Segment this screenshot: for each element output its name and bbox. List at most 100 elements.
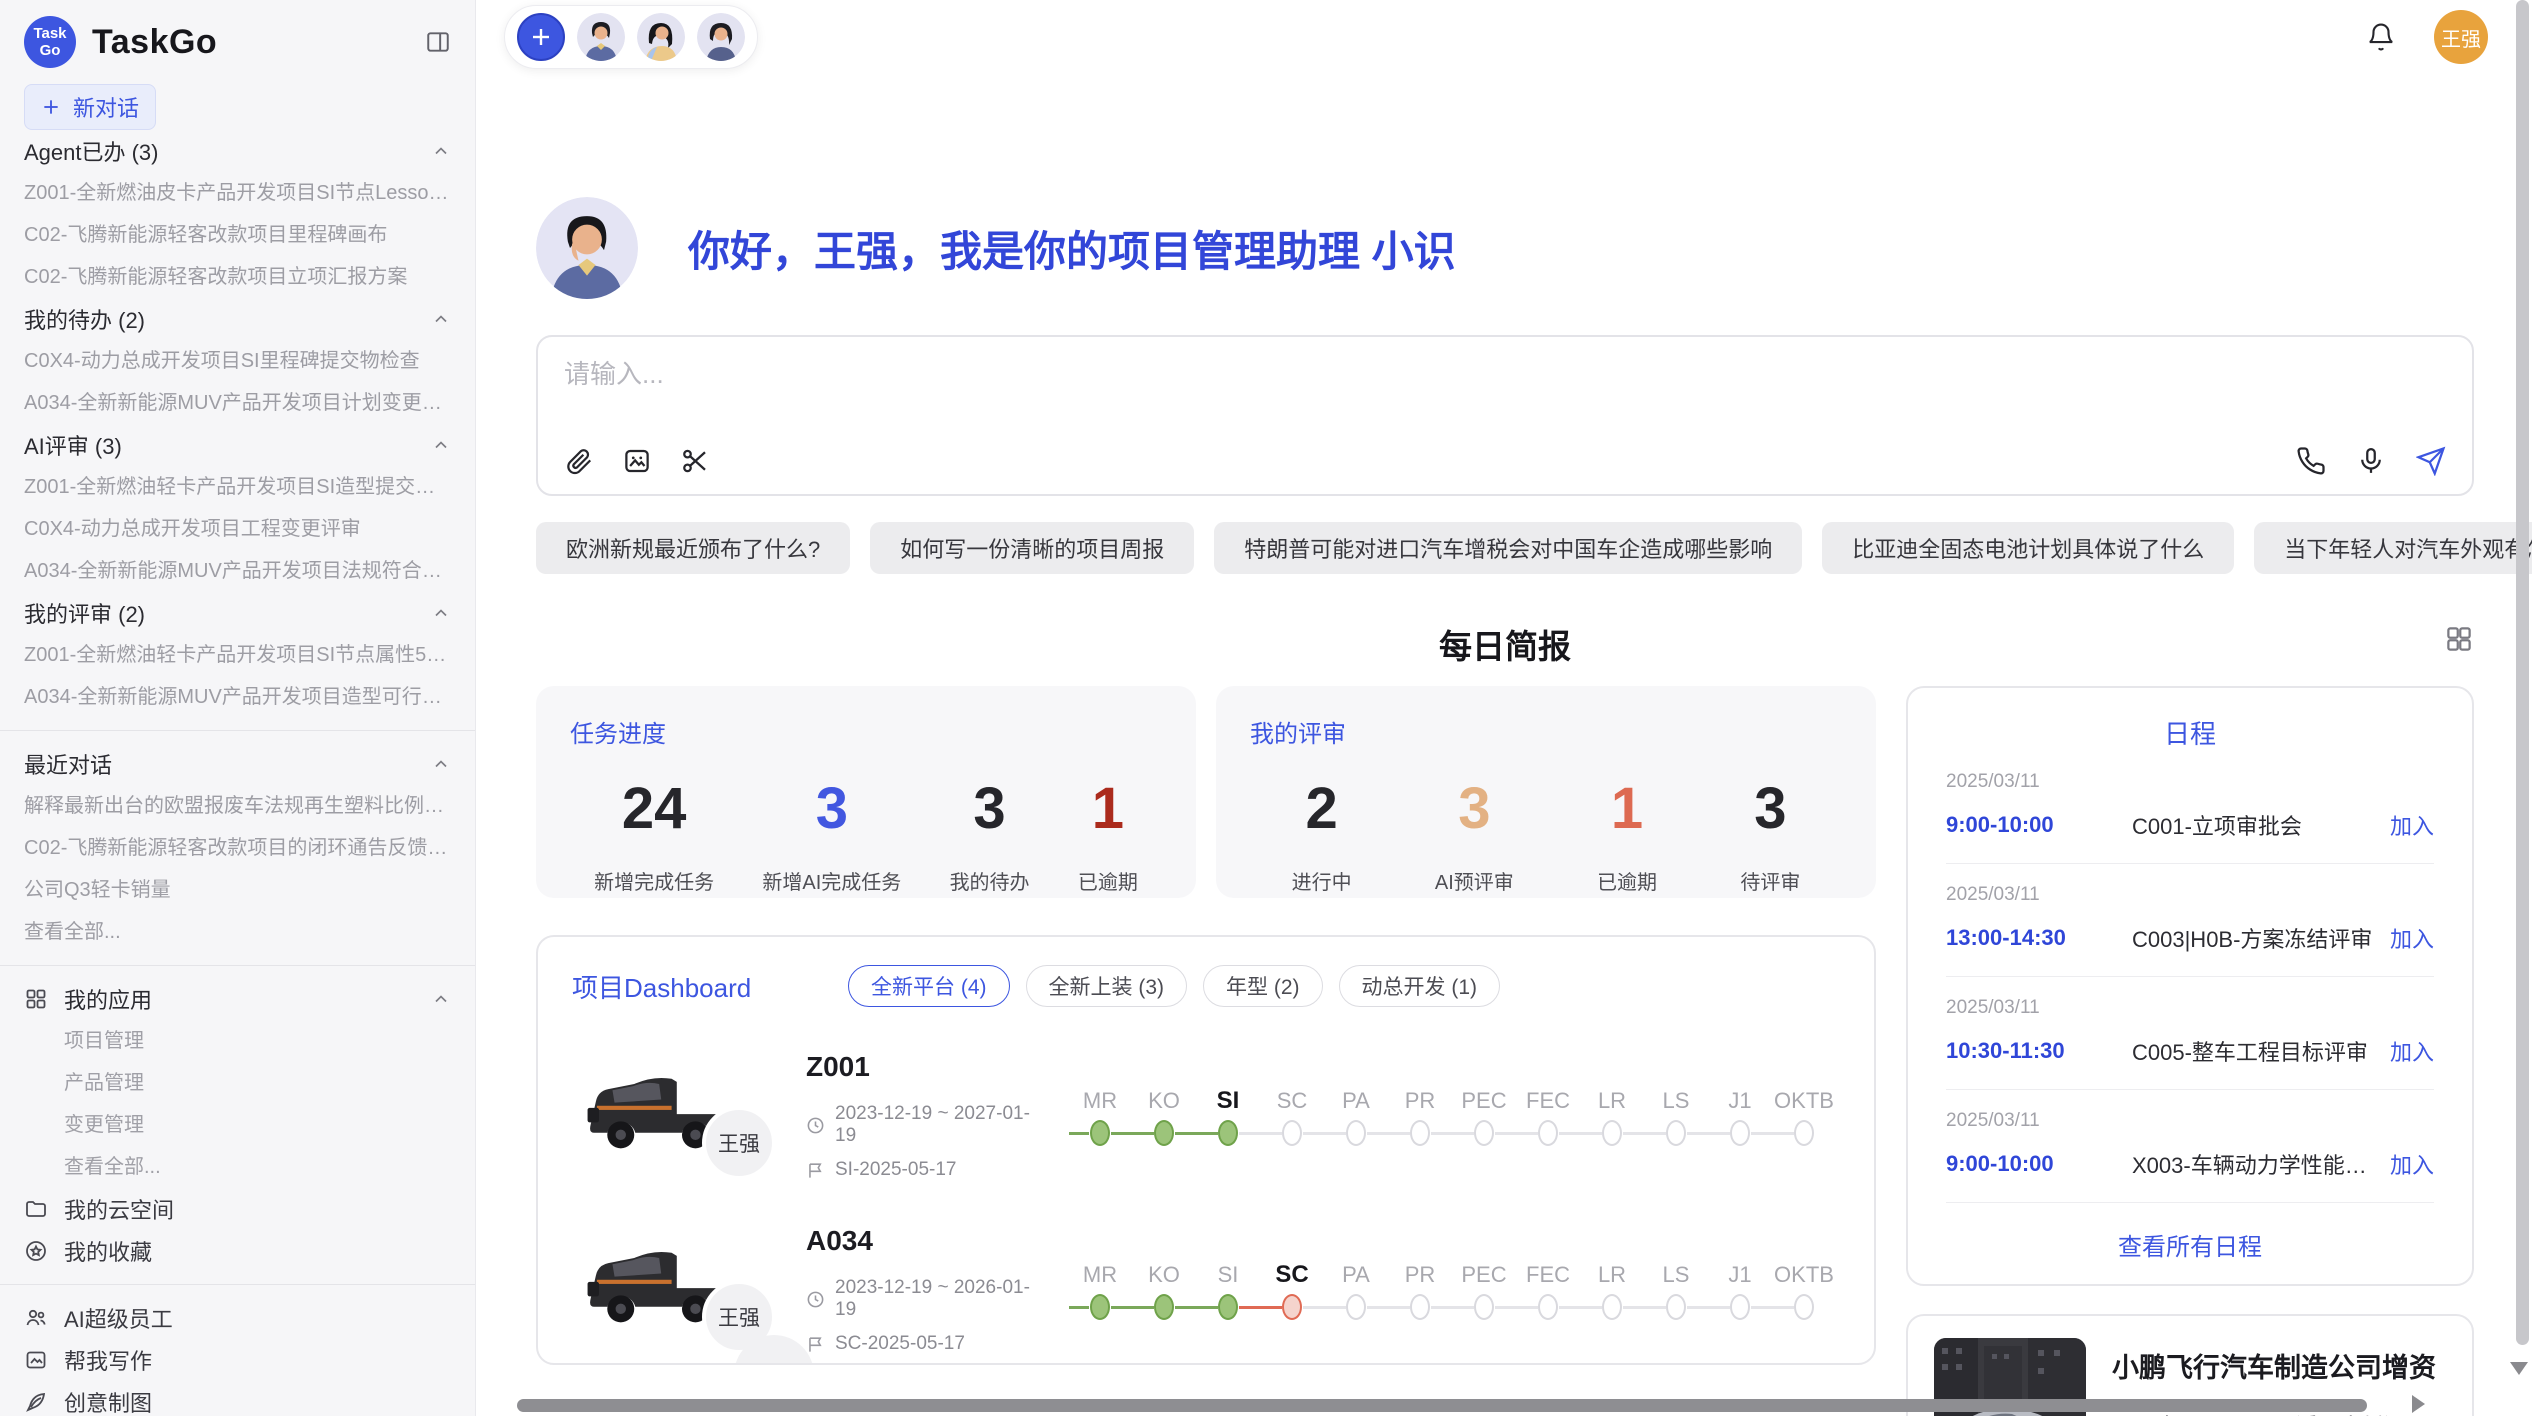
chevron-up-icon[interactable] <box>431 603 451 623</box>
briefing-header: 每日简报 <box>536 620 2474 660</box>
section-header-agent-done[interactable]: Agent已办 (3) <box>24 130 451 172</box>
milestone-J1: J1 <box>1708 1084 1772 1148</box>
stat-overdue: 1 已逾期 <box>1078 775 1138 895</box>
image-upload-icon[interactable] <box>622 446 652 476</box>
recent-chat-item[interactable]: 公司Q3轻卡销量 <box>24 869 451 911</box>
suggestion-chip[interactable]: 特朗普可能对进口汽车增税会对中国车企造成哪些影响 <box>1214 522 1802 574</box>
sidebar-item-creative-drawing[interactable]: 创意制图 <box>24 1381 451 1416</box>
join-link[interactable]: 加入 <box>2390 1035 2434 1067</box>
my-review-card: 我的评审 2 进行中 3 AI预评审 1 <box>1216 686 1876 898</box>
sidebar-item-help-me-write[interactable]: 帮我写作 <box>24 1339 451 1381</box>
recent-chat-item[interactable]: C02-飞腾新能源轻客改款项目的闭环通告反馈情况 <box>24 827 451 869</box>
milestone-PEC: PEC <box>1452 1258 1516 1322</box>
chevron-up-icon[interactable] <box>431 754 451 774</box>
chat-input-card <box>536 335 2474 496</box>
main-area: 王强 你好，王强，我是你的项目管理助理 小识 <box>476 0 2532 1416</box>
tab-model-year[interactable]: 年型 (2) <box>1203 965 1323 1007</box>
project-dashboard-card: 项目Dashboard 全新平台 (4) 全新上装 (3) 年型 (2) 动总开… <box>536 935 1876 1365</box>
tab-new-platform[interactable]: 全新平台 (4) <box>848 965 1010 1007</box>
section-header-recent-chats[interactable]: 最近对话 <box>24 743 451 785</box>
schedule-name: C005-整车工程目标评审 <box>2132 1035 2376 1067</box>
milestone-OKTB: OKTB <box>1772 1084 1836 1148</box>
project-row[interactable]: 王强 Z001 2023-12-19 ~ 2027-01-19 SI-2025-… <box>572 1051 1840 1181</box>
schedule-item: 2025/03/11 9:00-10:00 C001-立项审批会 加入 <box>1946 751 2434 864</box>
assistant-avatar-1[interactable] <box>577 13 625 61</box>
chevron-up-icon[interactable] <box>431 141 451 161</box>
assistant-avatar-large <box>536 197 638 299</box>
section-header-my-review[interactable]: 我的评审 (2) <box>24 592 451 634</box>
sidebar-item[interactable]: C0X4-动力总成开发项目工程变更评审 <box>24 508 451 550</box>
sidebar-item[interactable]: Z001-全新燃油轻卡产品开发项目SI造型提交物评审 <box>24 466 451 508</box>
phone-call-icon[interactable] <box>2296 446 2326 476</box>
sidebar-item-product-mgmt[interactable]: 产品管理 <box>24 1062 451 1104</box>
join-link[interactable]: 加入 <box>2390 1148 2434 1180</box>
sidebar-item[interactable]: A034-全新新能源MUV产品开发项目计划变更表编写 <box>24 382 451 424</box>
milestone-SI: SI <box>1196 1084 1260 1148</box>
join-link[interactable]: 加入 <box>2390 922 2434 954</box>
section-header-my-todo[interactable]: 我的待办 (2) <box>24 298 451 340</box>
divider <box>0 1284 475 1285</box>
microphone-icon[interactable] <box>2356 446 2386 476</box>
greeting-text: 你好，王强，我是你的项目管理助理 小识 <box>688 218 1456 279</box>
stat-new-done-tasks: 24 新增完成任务 <box>594 775 714 895</box>
recent-chat-item[interactable]: 解释最新出台的欧盟报废车法规再生塑料比例被调至15%... <box>24 785 451 827</box>
notification-bell-icon[interactable] <box>2366 22 2396 52</box>
sidebar-item-favorites[interactable]: 我的收藏 <box>24 1230 451 1272</box>
topbar-right: 王强 <box>2366 10 2488 64</box>
project-info: A034 2023-12-19 ~ 2026-01-19 SC-2025-05-… <box>806 1225 1042 1355</box>
scroll-right-arrow[interactable] <box>2412 1395 2425 1413</box>
chevron-up-icon[interactable] <box>431 989 451 1009</box>
suggestion-chip[interactable]: 欧洲新规最近颁布了什么? <box>536 522 850 574</box>
project-vehicle-image: 王强 <box>572 1234 742 1346</box>
chevron-up-icon[interactable] <box>431 309 451 329</box>
scissors-icon[interactable] <box>680 446 710 476</box>
sidebar-item-change-mgmt[interactable]: 变更管理 <box>24 1104 451 1146</box>
schedule-title: 日程 <box>1946 714 2434 751</box>
assistant-avatar-2[interactable] <box>637 13 685 61</box>
join-link[interactable]: 加入 <box>2390 809 2434 841</box>
project-dates: 2023-12-19 ~ 2026-01-19 <box>806 1277 1042 1321</box>
schedule-item: 2025/03/11 9:00-10:00 X003-车辆动力学性能验... 加… <box>1946 1090 2434 1203</box>
section-header-ai-review[interactable]: AI评审 (3) <box>24 424 451 466</box>
attachment-paperclip-icon[interactable] <box>564 446 594 476</box>
user-avatar[interactable]: 王强 <box>2434 10 2488 64</box>
recent-view-all[interactable]: 查看全部... <box>24 911 451 953</box>
assistant-avatar-3[interactable] <box>697 13 745 61</box>
sidebar-item[interactable]: C0X4-动力总成开发项目SI里程碑提交物检查 <box>24 340 451 382</box>
sidebar-item[interactable]: C02-飞腾新能源轻客改款项目里程碑画布 <box>24 214 451 256</box>
sidebar-item[interactable]: Z001-全新燃油皮卡产品开发项目SI节点Lesson Learn报告 <box>24 172 451 214</box>
chevron-up-icon[interactable] <box>431 435 451 455</box>
apps-view-all[interactable]: 查看全部... <box>24 1146 451 1188</box>
sidebar-item[interactable]: A034-全新新能源MUV产品开发项目造型可行性评审 <box>24 676 451 718</box>
send-icon[interactable] <box>2416 446 2446 476</box>
divider <box>0 965 475 966</box>
horizontal-scrollbar-thumb[interactable] <box>517 1399 2367 1412</box>
view-all-schedule-link[interactable]: 查看所有日程 <box>1946 1227 2434 1262</box>
schedule-card: 日程 2025/03/11 9:00-10:00 C001-立项审批会 加入 2… <box>1906 686 2474 1286</box>
sidebar-item-project-mgmt[interactable]: 项目管理 <box>24 1020 451 1062</box>
sidebar-item[interactable]: Z001-全新燃油轻卡产品开发项目SI节点属性5D文件评审 <box>24 634 451 676</box>
scroll-down-arrow[interactable] <box>2510 1362 2528 1375</box>
sidebar-item-cloud-space[interactable]: 我的云空间 <box>24 1188 451 1230</box>
suggestion-chip[interactable]: 比亚迪全固态电池计划具体说了什么 <box>1822 522 2234 574</box>
quill-pen-icon <box>24 1390 48 1414</box>
sidebar-item[interactable]: A034-全新新能源MUV产品开发项目法规符合性评审 <box>24 550 451 592</box>
suggestion-chip[interactable]: 如何写一份清晰的项目周报 <box>870 522 1194 574</box>
assistant-avatar-group <box>504 5 758 69</box>
suggestion-chip[interactable]: 当下年轻人对汽车外观有怎样的喜好趋势 <box>2254 522 2532 574</box>
vertical-scrollbar-thumb[interactable] <box>2516 0 2529 1345</box>
sidebar-collapse-icon[interactable] <box>425 29 451 55</box>
layout-grid-icon[interactable] <box>2444 624 2474 654</box>
sidebar-item-my-apps[interactable]: 我的应用 <box>24 978 451 1020</box>
project-flag-date: SI-2025-05-17 <box>806 1159 1042 1181</box>
new-chat-button[interactable]: 新对话 <box>24 84 156 130</box>
chat-input[interactable] <box>564 359 2446 390</box>
sidebar-item-ai-super-staff[interactable]: AI超级员工 <box>24 1297 451 1339</box>
app-title: TaskGo <box>92 23 217 62</box>
tab-powertrain-dev[interactable]: 动总开发 (1) <box>1339 965 1501 1007</box>
sidebar-item[interactable]: C02-飞腾新能源轻客改款项目立项汇报方案 <box>24 256 451 298</box>
milestone-LS: LS <box>1644 1258 1708 1322</box>
add-assistant-button[interactable] <box>517 13 565 61</box>
tab-new-body[interactable]: 全新上装 (3) <box>1026 965 1188 1007</box>
project-name: A034 <box>806 1225 1042 1257</box>
